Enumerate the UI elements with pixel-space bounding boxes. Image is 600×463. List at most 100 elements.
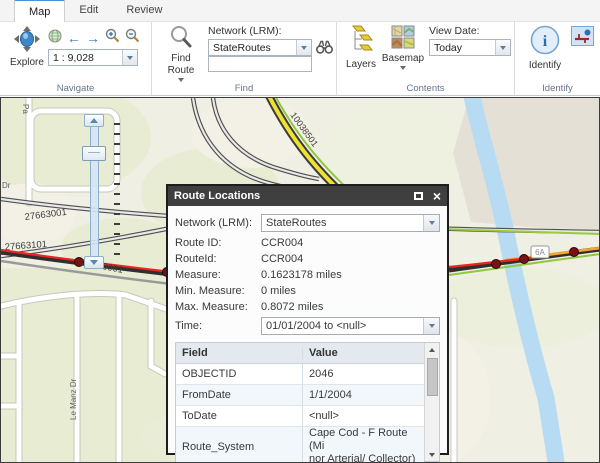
chevron-down-icon [178,78,184,82]
group-contents: Layers Basemap [337,22,515,95]
chevron-down-icon [301,46,307,50]
tab-review[interactable]: Review [112,0,176,21]
measure-label: Measure: [175,269,261,281]
measure-value: 0.1623178 miles [261,269,440,281]
zoom-out-icon[interactable] [125,28,140,48]
identify-button[interactable]: i Identify [523,24,567,71]
view-date-value: Today [430,42,495,54]
view-date-combo[interactable]: Today [429,39,511,56]
chevron-down-icon [127,56,133,60]
value-cell: 2046 [302,364,424,384]
network-lrm-dropdown-button[interactable] [296,40,311,55]
basemap-label: Basemap [382,53,424,64]
min-measure-label: Min. Measure: [175,285,261,297]
dialog-title-bar[interactable]: Route Locations × [168,186,447,206]
binoculars-icon[interactable] [316,40,333,59]
chevron-down-icon [429,221,435,225]
chevron-down-icon [500,46,506,50]
scroll-down-button[interactable] [425,448,439,461]
group-label-find: Find [152,83,336,94]
identify-icon: i [529,24,561,59]
field-cell: Route_System [176,441,302,453]
scroll-up-button[interactable] [425,343,439,356]
zoom-slider-ticks [114,123,120,261]
zoom-slider-thumb[interactable] [82,146,106,161]
network-row: Network (LRM): StateRoutes [175,213,440,233]
ribbon-body: Explore ← → [0,22,600,96]
group-label-identify: Identify [515,83,600,94]
forward-arrow-icon[interactable]: → [86,31,100,45]
find-route-label-line1: Find [171,53,190,64]
maximize-icon[interactable] [414,192,423,200]
globe-icon[interactable] [48,29,62,48]
route-id-value: CCR004 [261,237,440,249]
view-date-dropdown-button[interactable] [495,40,510,55]
routeid-value: CCR004 [261,253,440,265]
find-route-button[interactable]: Find Route [160,25,202,82]
find-fields: Network (LRM): StateRoutes [208,25,312,72]
network-lrm-combo[interactable]: StateRoutes [208,39,312,56]
network-lrm-label: Network (LRM): [208,25,312,37]
explore-button[interactable]: Explore [6,25,48,68]
group-identify: i Identify Identify [515,22,600,95]
chevron-down-icon [90,260,98,265]
table-row[interactable]: FromDate1/1/2004 [176,385,424,406]
street-label-pa: Pa [21,104,30,114]
close-icon[interactable]: × [433,190,441,202]
zoom-slider-down-button[interactable] [84,256,104,269]
table-scrollbar[interactable] [424,343,439,461]
value-column-header: Value [302,347,424,359]
group-navigate: Explore ← → [0,22,152,95]
route-id-label: Route ID: [175,237,261,249]
zoom-in-icon[interactable] [105,28,120,48]
time-combo[interactable]: 01/01/2004 to <null> [261,317,440,335]
field-cell: ToDate [176,410,302,422]
field-column-header: Field [176,347,302,359]
layers-button[interactable]: Layers [342,25,380,70]
map-scale-combo[interactable]: 1 : 9,028 [48,49,138,66]
attributes-table-header: Field Value [176,343,424,364]
max-measure-value: 0.8072 miles [261,301,440,313]
map-canvas[interactable]: 6A Pa Dr 27663001 27663101 27726001 1003… [0,97,600,463]
field-cell: OBJECTID [176,368,302,380]
back-arrow-icon[interactable]: ← [67,31,81,45]
dialog-network-combo[interactable]: StateRoutes [261,214,440,232]
identify-route-locations-tool[interactable] [571,26,594,46]
chevron-down-icon [429,453,435,457]
value-cell: Cape Cod - F Route (Minor Arterial/ Coll… [302,427,424,463]
network-lrm-value: StateRoutes [209,42,296,54]
min-measure-value: 0 miles [261,285,440,297]
measure-row: Measure: 0.1623178 miles [175,267,440,283]
time-dropdown-button[interactable] [423,318,439,334]
chevron-up-icon [429,348,435,352]
find-route-magnifier-icon [169,25,193,52]
layers-label: Layers [346,59,376,70]
dialog-network-label: Network (LRM): [175,217,261,229]
explore-label: Explore [10,57,44,68]
max-measure-row: Max. Measure: 0.8072 miles [175,299,440,315]
basemap-icon [391,25,415,52]
route-locations-dialog: Route Locations × Network (LRM): StateRo… [166,184,449,455]
explore-icon [13,25,41,56]
table-row[interactable]: Route_SystemCape Cod - F Route (Minor Ar… [176,427,424,463]
route-id-input[interactable] [208,56,312,72]
tab-edit[interactable]: Edit [65,0,112,21]
zoom-slider-up-button[interactable] [84,114,104,127]
chevron-down-icon [429,324,435,328]
scrollbar-thumb[interactable] [427,358,438,396]
route-shield-label: 6A [535,248,545,257]
value-cell: <null> [302,406,424,426]
view-date-fields: View Date: Today [429,25,509,56]
value-cell: 1/1/2004 [302,385,424,405]
table-row[interactable]: OBJECTID2046 [176,364,424,385]
table-row[interactable]: ToDate<null> [176,406,424,427]
street-label-dr: Dr [2,181,11,190]
zoom-slider-track[interactable] [90,118,99,268]
basemap-button[interactable]: Basemap [381,25,425,70]
tab-map[interactable]: Map [14,0,65,22]
map-scale-dropdown-button[interactable] [122,50,137,65]
dialog-body: Network (LRM): StateRoutes Route ID: CCR… [168,206,447,463]
routeid-label: RouteId: [175,253,261,265]
dialog-network-dropdown-button[interactable] [423,215,439,231]
time-row: Time: 01/01/2004 to <null> [175,316,440,336]
